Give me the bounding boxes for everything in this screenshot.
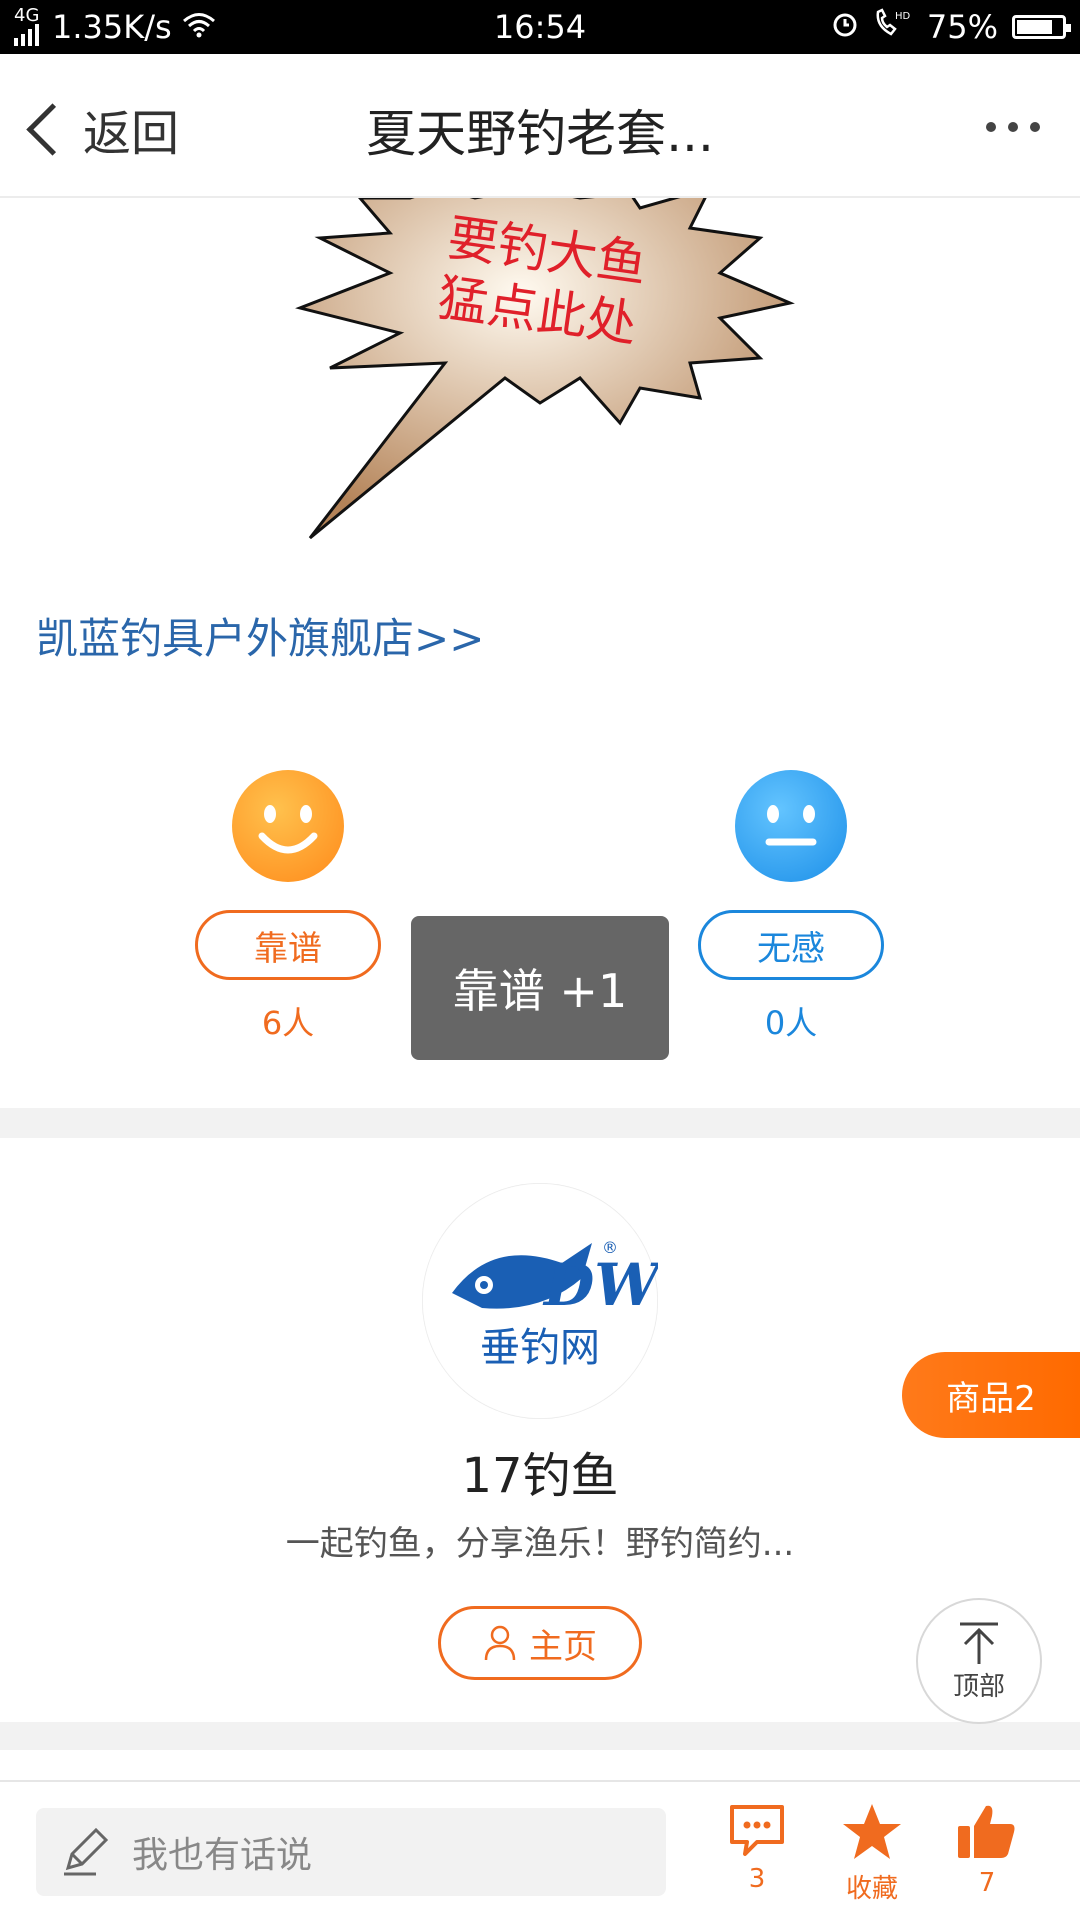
comment-placeholder: 我也有话说 <box>132 1835 313 1876</box>
section-divider-bottom <box>0 1722 1080 1750</box>
goods-tab[interactable]: 商品2 <box>902 1352 1080 1438</box>
indifferent-count: 0人 <box>764 1004 818 1042</box>
reliable-button[interactable]: 靠谱 <box>195 910 381 980</box>
back-to-top-button[interactable]: 顶部 <box>916 1598 1042 1724</box>
home-label: 主页 <box>529 1626 597 1667</box>
vote-toast: 靠谱 +1 <box>411 916 669 1060</box>
comment-input[interactable]: 我也有话说 <box>36 1808 666 1896</box>
feedback-section: 靠谱 6人 无感 0人 靠谱 +1 <box>0 760 1080 1100</box>
author-description: 一起钓鱼，分享渔乐！野钓简约... <box>285 1524 795 1564</box>
comment-count: 3 <box>748 1864 766 1894</box>
alarm-icon <box>831 8 859 46</box>
like-button[interactable]: 7 <box>937 1802 1037 1898</box>
like-count: 7 <box>978 1868 996 1898</box>
favorite-button[interactable]: 收藏 <box>822 1802 922 1905</box>
bottom-bar: 我也有话说 3 收藏 7 <box>0 1780 1080 1920</box>
favorite-label: 收藏 <box>845 1874 898 1904</box>
author-name: 17钓鱼 <box>461 1448 619 1504</box>
thumbs-up-icon <box>958 1805 1015 1858</box>
section-divider <box>0 1108 1080 1138</box>
star-icon <box>843 1804 901 1859</box>
indifferent-button[interactable]: 无感 <box>698 910 884 980</box>
hd-call-icon: HD <box>873 8 913 46</box>
comment-icon <box>730 1805 784 1856</box>
status-right: HD 75% <box>831 8 1071 46</box>
promo-banner[interactable]: 要钓大鱼 猛点此处 <box>290 185 810 548</box>
comments-button[interactable]: 3 <box>707 1802 807 1894</box>
user-icon <box>484 1625 516 1661</box>
smile-icon[interactable] <box>232 770 344 882</box>
svg-text:HD: HD <box>895 11 911 22</box>
page-title: 夏天野钓老套... <box>366 105 714 163</box>
battery-percent: 75% <box>926 8 998 46</box>
author-avatar[interactable]: DW ® 垂钓网 <box>422 1183 664 1419</box>
neutral-face-icon[interactable] <box>735 770 847 882</box>
home-button[interactable]: 主页 <box>438 1606 642 1680</box>
reliable-count: 6人 <box>261 1004 315 1042</box>
svg-text:®: ® <box>602 1238 618 1257</box>
nav-bar: 返回 夏天野钓老套... <box>0 54 1080 198</box>
logo-letters: DW <box>542 1251 658 1319</box>
status-bar: 4G 1.35K/s 16:54 HD 75% <box>0 0 1080 54</box>
pencil-icon <box>64 1827 109 1876</box>
more-menu-icon[interactable] <box>986 122 1040 132</box>
shop-link[interactable]: 凯蓝钓具户外旗舰店>> <box>36 605 484 666</box>
top-label: 顶部 <box>952 1671 1005 1702</box>
logo-text: 垂钓网 <box>480 1325 600 1371</box>
battery-icon <box>1012 15 1071 39</box>
arrow-up-icon <box>960 1622 998 1664</box>
